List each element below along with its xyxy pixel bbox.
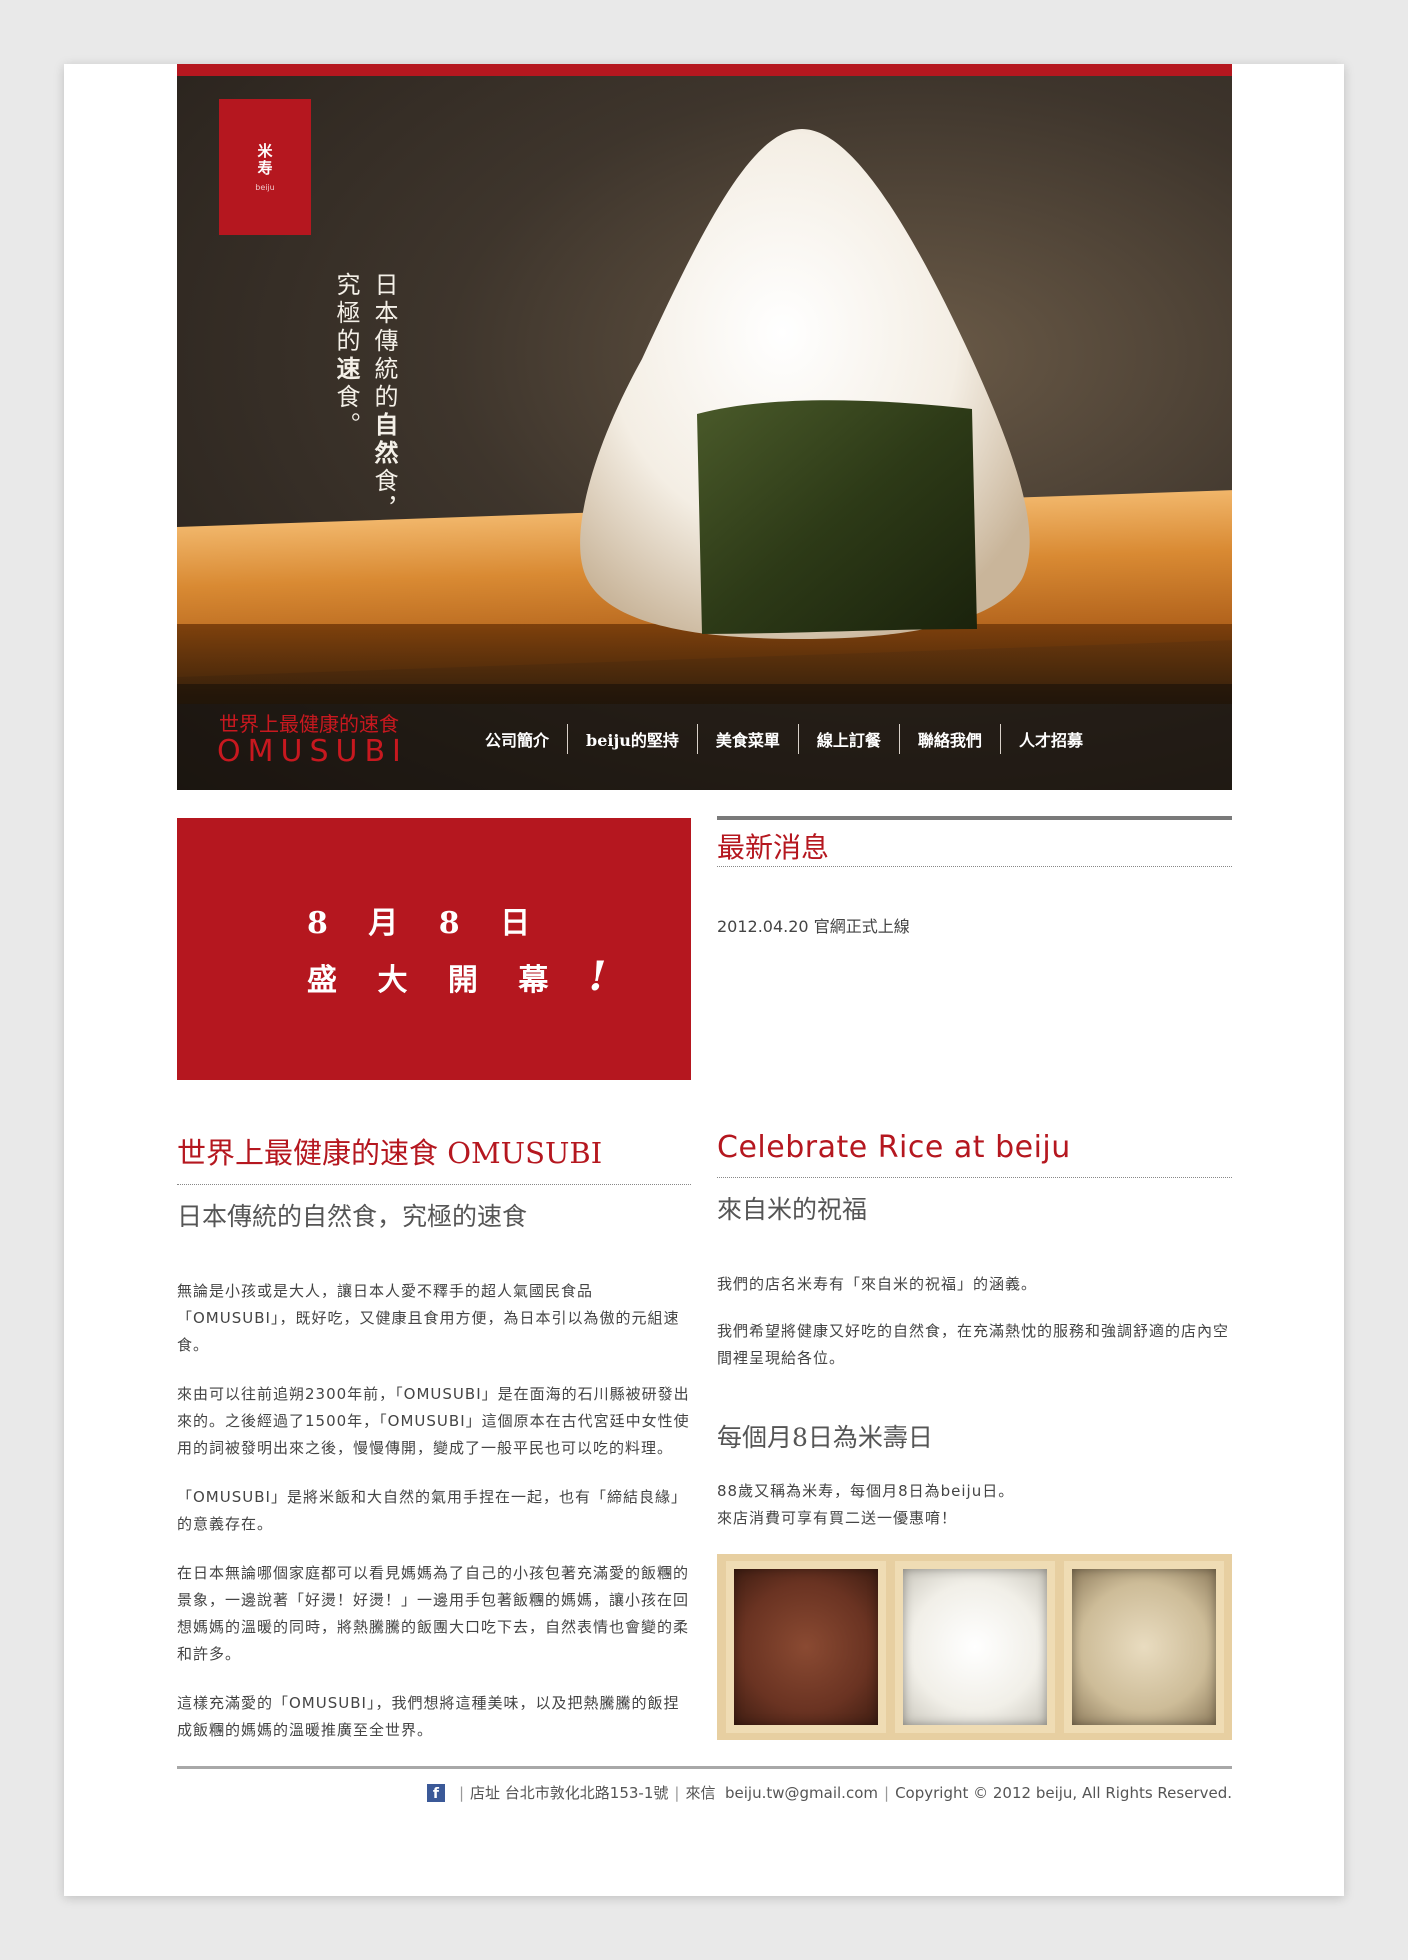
- tagline-emphasis: 速: [332, 356, 361, 384]
- news-top-rule: [717, 816, 1232, 820]
- tagline-text: 食，: [370, 468, 398, 524]
- tagline-text: 日本傳統的: [370, 272, 398, 412]
- footer-separator: |: [884, 1783, 890, 1802]
- section-title: Celebrate Rice at beiju: [717, 1130, 1232, 1178]
- hero-top-bar: [177, 64, 1232, 76]
- brown-rice-box: [1063, 1561, 1224, 1733]
- tagline-text: 食。: [332, 384, 360, 440]
- promo-line: 來店消費可享有買二送一優惠唷！: [717, 1509, 958, 1527]
- opening-announcement: 8 月 8 日 盛 大 開 幕 !: [177, 818, 691, 1080]
- paragraph: 在日本無論哪個家庭都可以看見媽媽為了自己的小孩包著充滿愛的飯糰的景象，一邊說著「…: [177, 1564, 690, 1663]
- paragraph: 我們希望將健康又好吃的自然食，在充滿熱忱的服務和強調舒適的店內空間裡呈現給各位。: [717, 1322, 1230, 1367]
- paragraph: 「OMUSUBI」是將米飯和大自然的氣用手捏在一起，也有「締結良緣」的意義存在。: [177, 1488, 687, 1533]
- slogan-english: OMUSUBI: [217, 734, 408, 769]
- opening-date: 8 月 8 日: [307, 906, 535, 941]
- rice-varieties-image: [717, 1554, 1232, 1740]
- news-section: 最新消息 2012.04.20 官網正式上線: [717, 816, 1232, 937]
- facebook-icon[interactable]: f: [426, 1783, 445, 1802]
- address: 台北市敦化北路153-1號: [504, 1784, 669, 1802]
- celebrate-rice-section: Celebrate Rice at beiju 來自米的祝福 我們的店名米寿有「…: [717, 1130, 1232, 1532]
- section-title: 世界上最健康的速食 OMUSUBI: [177, 1130, 691, 1185]
- slogan-chinese: 世界上最健康的速食: [219, 712, 399, 736]
- logo-kanji: 米寿: [255, 142, 274, 177]
- contact-label: 來信: [685, 1784, 716, 1802]
- nav-careers[interactable]: 人才招募: [1001, 727, 1101, 751]
- hero-banner: 米寿 beiju 日本傳統的自然食， 究極的速食。 世界上最健康的速食 OMUS…: [177, 64, 1232, 790]
- white-rice-box: [894, 1561, 1055, 1733]
- paragraph: 我們的店名米寿有「來自米的祝福」的涵義。: [717, 1275, 1038, 1293]
- footer-separator: |: [674, 1783, 680, 1802]
- main-nav: 公司簡介 beiju的堅持 美食菜單 線上訂餐 聯絡我們 人才招募: [467, 724, 1101, 754]
- exclamation-mark: !: [588, 953, 611, 1000]
- red-rice-box: [725, 1561, 886, 1733]
- opening-text: 盛 大 開 幕 !: [307, 953, 610, 1000]
- address-label: 店址: [470, 1784, 501, 1802]
- section-subtitle: 來自米的祝福: [717, 1195, 868, 1224]
- news-item[interactable]: 2012.04.20 官網正式上線: [717, 913, 1232, 937]
- copyright: Copyright © 2012 beiju, All Rights Reser…: [895, 1783, 1232, 1802]
- nav-menu[interactable]: 美食菜單: [698, 727, 798, 751]
- brand-logo[interactable]: 米寿 beiju: [219, 99, 311, 235]
- paragraph: 這樣充滿愛的「OMUSUBI」，我們想將這種美味，以及把熱騰騰的飯捏成飯糰的媽媽…: [177, 1694, 680, 1739]
- section-subtitle: 日本傳統的自然食，究極的速食: [177, 1202, 528, 1231]
- page-card: 米寿 beiju 日本傳統的自然食， 究極的速食。 世界上最健康的速食 OMUS…: [64, 64, 1344, 1896]
- nav-commitment[interactable]: beiju的堅持: [568, 727, 697, 751]
- paragraph: 88歲又稱為米寿，每個月8日為beiju日。 來店消費可享有買二送一優惠唷！: [717, 1478, 1232, 1532]
- footer-rule: [177, 1766, 1232, 1769]
- hero-tagline: 日本傳統的自然食， 究極的速食。: [327, 272, 403, 532]
- email-link[interactable]: beiju.tw@gmail.com: [725, 1784, 878, 1802]
- news-title: 最新消息: [717, 826, 1232, 867]
- omusubi-section: 世界上最健康的速食 OMUSUBI 日本傳統的自然食，究極的速食 無論是小孩或是…: [177, 1130, 691, 1744]
- beiju-day-subtitle: 每個月8日為米壽日: [717, 1423, 933, 1452]
- tagline-text: 究極的: [332, 272, 360, 356]
- nav-about[interactable]: 公司簡介: [467, 727, 567, 751]
- footer: f | 店址 台北市敦化北路153-1號 | 來信 beiju.tw@gmail…: [426, 1782, 1232, 1803]
- onigiri-image: [580, 129, 1030, 639]
- opening-label: 盛 大 開 幕: [307, 963, 553, 998]
- nav-contact[interactable]: 聯絡我們: [900, 727, 1000, 751]
- paragraph: 來由可以往前追朔2300年前，「OMUSUBI」是在面海的石川縣被研發出來的。之…: [177, 1385, 690, 1457]
- tagline-line-2: 究極的速食。: [332, 272, 361, 440]
- tagline-emphasis: 自然: [370, 412, 399, 468]
- logo-latin: beiju: [255, 182, 275, 192]
- nav-order-online[interactable]: 線上訂餐: [799, 727, 899, 751]
- paragraph: 無論是小孩或是大人，讓日本人愛不釋手的超人氣國民食品「OMUSUBI」，既好吃，…: [177, 1282, 680, 1354]
- tagline-line-1: 日本傳統的自然食，: [370, 272, 399, 524]
- promo-line: 88歲又稱為米寿，每個月8日為beiju日。: [717, 1482, 1015, 1500]
- footer-separator: |: [458, 1783, 464, 1802]
